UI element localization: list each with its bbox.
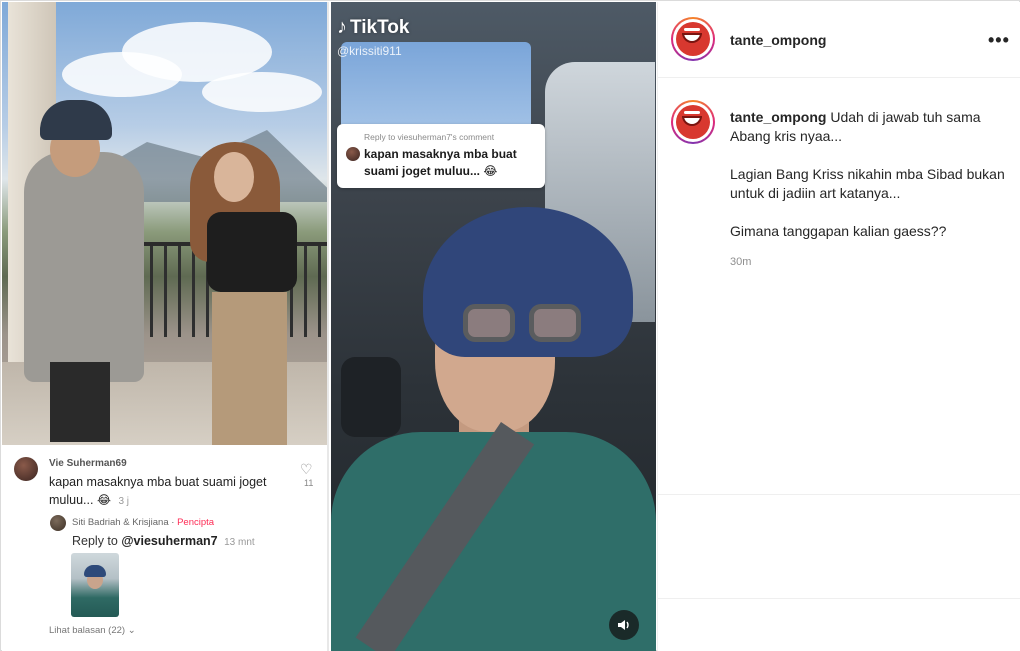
reply-text: Reply to @viesuherman7 13 mnt <box>72 534 255 548</box>
divider <box>658 494 1020 495</box>
chevron-down-icon: ⌄ <box>127 625 136 636</box>
speaker-icon[interactable] <box>609 610 639 640</box>
laughing-emoji: 😂 <box>96 493 111 507</box>
reply-time: 13 mnt <box>224 537 255 548</box>
reply-author: Siti Badriah & Krisjiana · Pencipta <box>72 517 214 528</box>
cloud <box>202 72 322 112</box>
creator-avatar[interactable] <box>50 515 66 531</box>
post-header: tante_ompong ••• <box>658 2 1020 78</box>
comment-body: kapan masaknya mba buat suami joget mulu… <box>49 475 267 507</box>
reply-mention[interactable]: @viesuherman7 <box>121 534 217 548</box>
reply-sticker-text: kapan masaknya mba buat suami joget mulu… <box>364 146 540 180</box>
cloud <box>62 52 182 97</box>
bucket-hat <box>40 100 112 140</box>
post-time[interactable]: 30m <box>730 256 751 268</box>
reply-comment-sticker: Reply to viesuherman7's comment kapan ma… <box>337 124 545 188</box>
comment-time: 3 j <box>118 496 130 507</box>
commenter-name[interactable]: Vie Suherman69 <box>49 458 127 469</box>
thumbnail-hat <box>84 565 106 577</box>
divider <box>658 598 1020 599</box>
left-video-panel: Vie Suherman69 kapan masaknya mba buat s… <box>2 2 329 651</box>
dancer-woman-face <box>214 152 254 202</box>
caption-paragraph-2: Lagian Bang Kriss nikahin mba Sibad buka… <box>730 166 1005 201</box>
author-username[interactable]: tante_ompong <box>730 32 826 48</box>
dancer-man-legs <box>50 362 110 442</box>
reply-sticker-caption: Reply to viesuherman7's comment <box>364 132 495 142</box>
tiktok-username: @krissiti911 <box>337 44 402 58</box>
reply-author-name[interactable]: Siti Badriah & Krisjiana <box>72 517 169 528</box>
caption-paragraph-3: Gimana tanggapan kalian gaess?? <box>730 223 947 239</box>
caption-avatar[interactable] <box>671 100 715 144</box>
glasses-left-lens <box>463 304 515 342</box>
caption-text: tante_ompong Udah di jawab tuh sama Aban… <box>730 108 1005 260</box>
reply-sticker-avatar <box>346 147 360 161</box>
post-frame: Vie Suherman69 kapan masaknya mba buat s… <box>0 0 1020 651</box>
dancer-woman-top <box>207 212 297 292</box>
heart-icon[interactable]: ♡ <box>300 461 313 478</box>
post-sidebar: tante_ompong ••• tante_ompong Udah di ja… <box>657 2 1020 651</box>
reply-video-thumbnail[interactable] <box>71 553 119 617</box>
speaker-icon-glyph <box>618 620 629 630</box>
post-media[interactable]: Vie Suherman69 kapan masaknya mba buat s… <box>2 2 656 651</box>
reply-author-separator: · <box>168 517 178 528</box>
glasses-right-lens <box>529 304 581 342</box>
right-video-panel: ♪ TikTok @krissiti911 Reply to viesuherma… <box>331 2 656 651</box>
like-count: 11 <box>304 478 314 488</box>
dancer-man <box>24 152 144 382</box>
caption-paragraph-1: tante_ompong Udah di jawab tuh sama Aban… <box>730 108 1005 146</box>
author-avatar[interactable] <box>671 17 715 61</box>
caption-username[interactable]: tante_ompong <box>730 109 826 125</box>
tiktok-logo-text: TikTok <box>350 17 410 38</box>
comment-text: kapan masaknya mba buat suami joget mulu… <box>49 473 289 511</box>
view-replies-link[interactable]: Lihat balasan (22) ⌄ <box>49 625 136 636</box>
car-headrest <box>341 357 401 437</box>
dance-video-frame <box>2 2 327 445</box>
view-replies-label: Lihat balasan (22) <box>49 625 126 636</box>
creator-badge: Pencipta <box>177 517 215 528</box>
dancer-woman-pants <box>212 292 287 445</box>
reply-prefix: Reply to <box>72 534 118 548</box>
more-options-icon[interactable]: ••• <box>988 30 1010 51</box>
laughing-emoji: 😂 <box>483 164 498 178</box>
commenter-avatar[interactable] <box>14 457 38 481</box>
tiktok-note-icon: ♪ <box>337 16 347 38</box>
tiktok-logo: ♪ TikTok <box>337 16 409 39</box>
tiktok-comment-section: Vie Suherman69 kapan masaknya mba buat s… <box>2 445 327 651</box>
